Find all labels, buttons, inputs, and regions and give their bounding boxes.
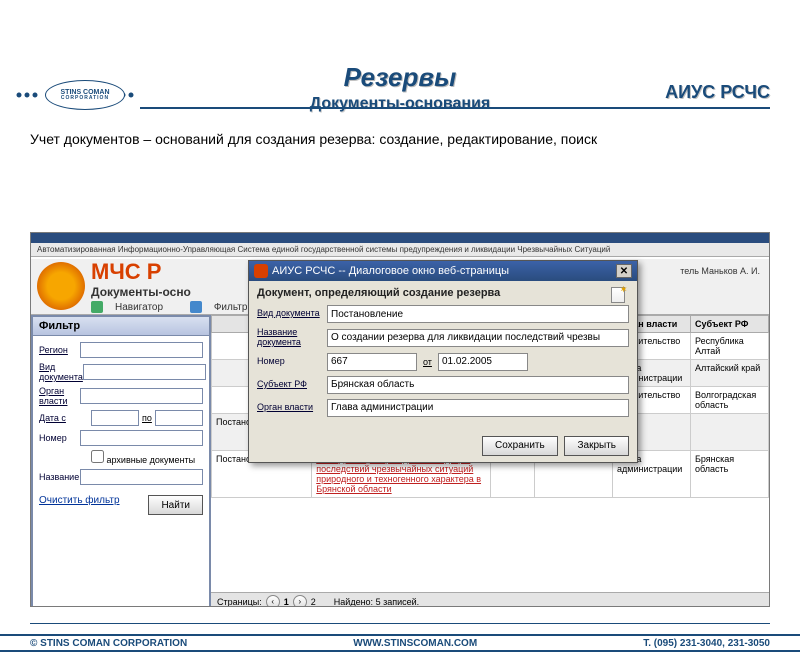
footer-url: WWW.STINSCOMAN.COM [353, 638, 477, 649]
dlg-name-input[interactable] [327, 329, 629, 347]
dlg-num-label: Номер [257, 357, 327, 367]
filter-date-label: Дата с [39, 413, 91, 423]
footer-phone: Т. (095) 231-3040, 231-3050 [643, 638, 770, 649]
clear-filter-link[interactable]: Очистить фильтр [39, 495, 120, 515]
divider [140, 107, 770, 109]
find-button[interactable]: Найти [148, 495, 203, 515]
dialog: АИУС РСЧС -- Диалоговое окно веб-страниц… [248, 260, 638, 463]
new-doc-icon[interactable] [611, 287, 625, 303]
filter-number-input[interactable] [80, 430, 203, 446]
dlg-subj-input[interactable] [327, 376, 629, 394]
save-button[interactable]: Сохранить [482, 436, 558, 456]
filter-region-label: Регион [39, 345, 80, 355]
pager-prev[interactable]: ‹ [266, 595, 280, 608]
dlg-subj-label: Субъект РФ [257, 380, 327, 390]
filter-authority-label: Орган власти [39, 386, 80, 406]
filter-name-input[interactable] [80, 469, 203, 485]
dlg-type-label: Вид документа [257, 309, 327, 319]
divider [30, 623, 770, 624]
logo-sub: CORPORATION [61, 96, 109, 101]
pager-page-2[interactable]: 2 [311, 597, 316, 607]
dlg-auth-input[interactable] [327, 399, 629, 417]
dlg-num-input[interactable] [327, 353, 417, 371]
close-button[interactable]: ✕ [616, 264, 632, 278]
dlg-name-label: Название документа [257, 328, 327, 348]
dialog-subtitle: Документ, определяющий создание резерва [249, 281, 637, 301]
user-label: тель Маньков А. И. [680, 266, 760, 276]
pager-found: Найдено: 5 записей. [334, 597, 419, 607]
filter-date-from-input[interactable] [91, 410, 139, 426]
filter-doctype-input[interactable] [83, 364, 206, 380]
emblem-icon [37, 262, 85, 310]
pager-next[interactable]: › [293, 595, 307, 608]
app-banner: Автоматизированная Информационно-Управля… [31, 243, 769, 257]
filter-authority-input[interactable] [80, 388, 203, 404]
close-dialog-button[interactable]: Закрыть [564, 436, 629, 456]
filter-number-label: Номер [39, 433, 80, 443]
pager-page-1[interactable]: 1 [284, 597, 289, 607]
nav-button[interactable]: Навигатор [91, 302, 175, 313]
dlg-auth-label: Орган власти [257, 403, 327, 413]
brand-title: АИУС РСЧС [665, 82, 770, 103]
dlg-date-input[interactable] [438, 353, 528, 371]
filter-doctype-label: Вид документа [39, 362, 83, 382]
filter-icon [190, 301, 202, 313]
dlg-type-input[interactable] [327, 305, 629, 323]
dialog-icon [254, 264, 268, 278]
filter-name-label: Название [39, 472, 80, 482]
col-subject: Субъект РФ [690, 316, 768, 333]
filter-panel: Фильтр Регион Вид документа Орган власти… [31, 315, 211, 607]
nav-icon [91, 301, 103, 313]
logo: STINS COMAN CORPORATION [15, 70, 135, 120]
page-description: Учет документов – оснований для создания… [30, 131, 770, 147]
filter-date-to-input[interactable] [155, 410, 203, 426]
filter-region-input[interactable] [80, 342, 203, 358]
footer: © STINS COMAN CORPORATION WWW.STINSCOMAN… [0, 634, 800, 652]
footer-copyright: © STINS COMAN CORPORATION [30, 638, 187, 649]
filter-archive-checkbox[interactable] [91, 450, 104, 463]
dialog-titlebar: АИУС РСЧС -- Диалоговое окно веб-страниц… [249, 261, 637, 281]
filter-title: Фильтр [33, 317, 209, 336]
